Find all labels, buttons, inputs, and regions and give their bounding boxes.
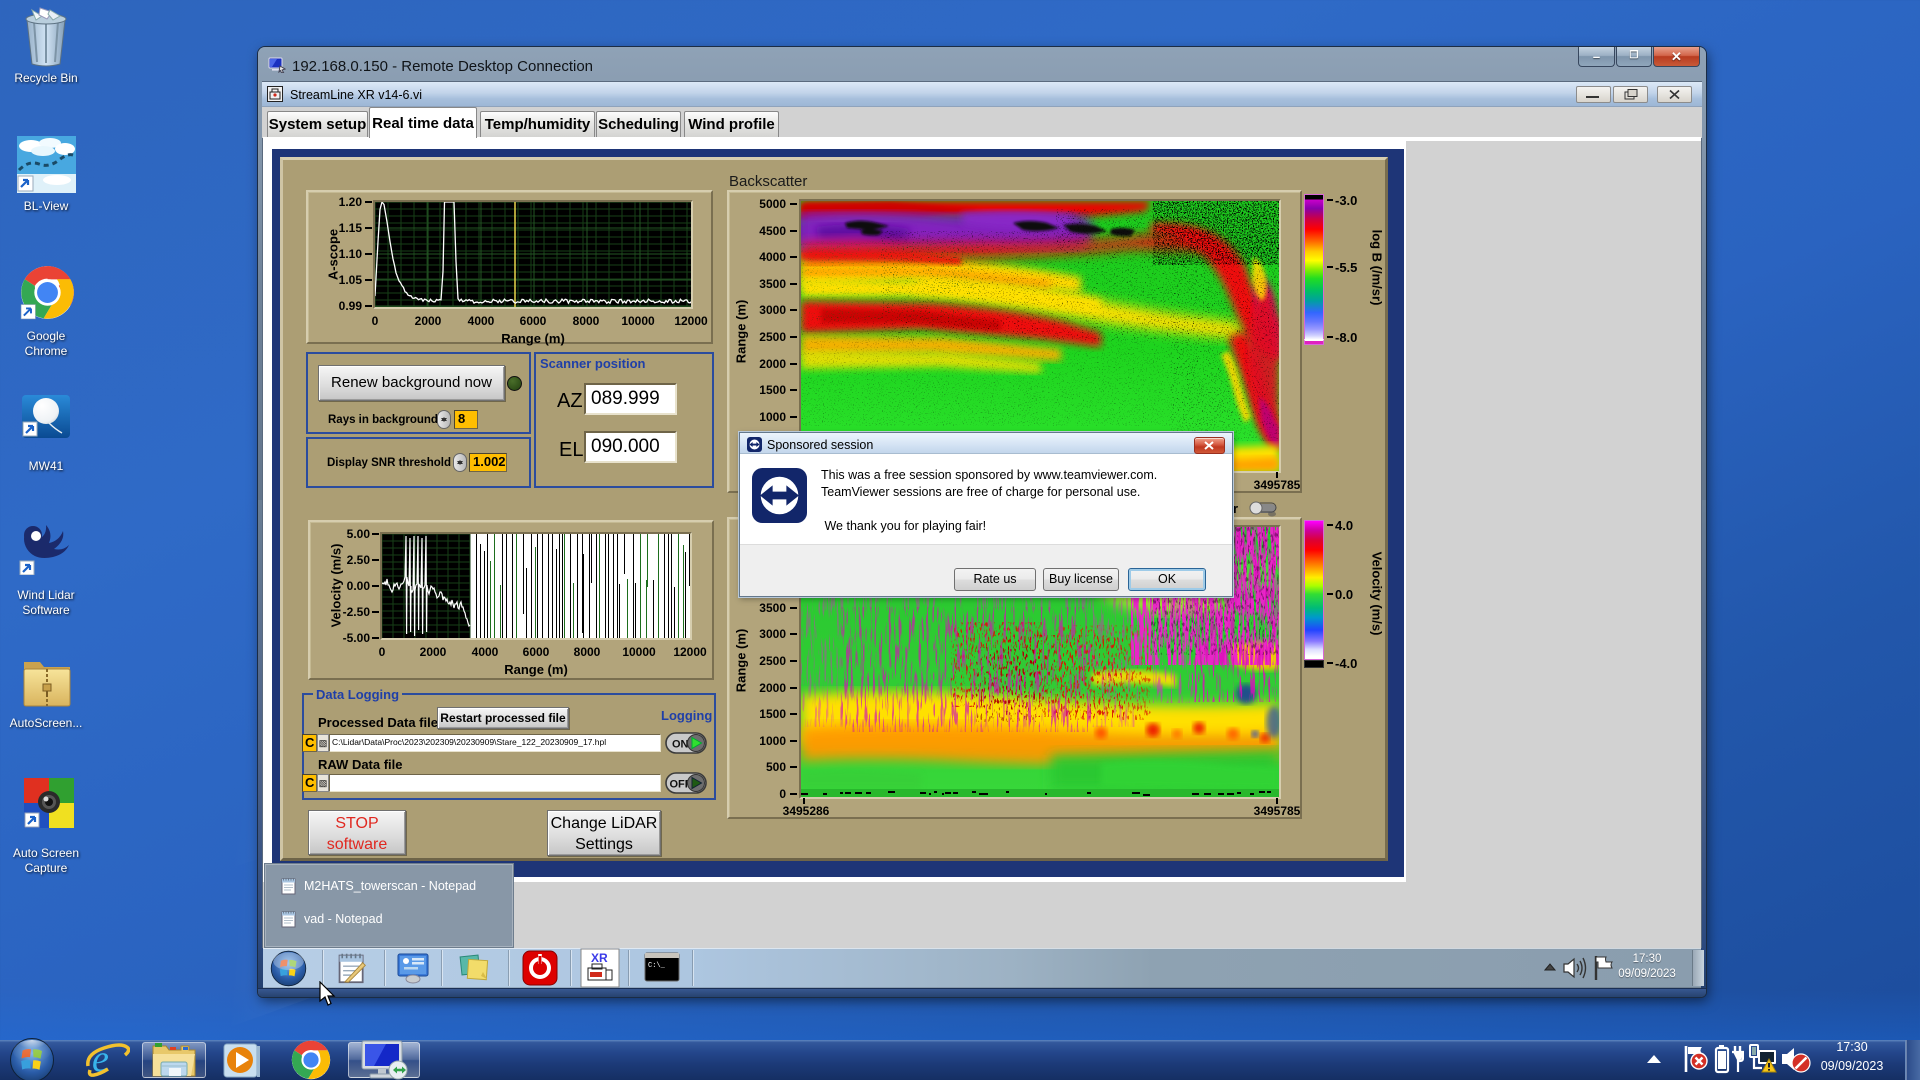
svg-text:ON: ON: [672, 739, 689, 751]
svg-text:C:\_: C:\_: [648, 962, 666, 970]
svg-text:XR: XR: [591, 951, 608, 965]
